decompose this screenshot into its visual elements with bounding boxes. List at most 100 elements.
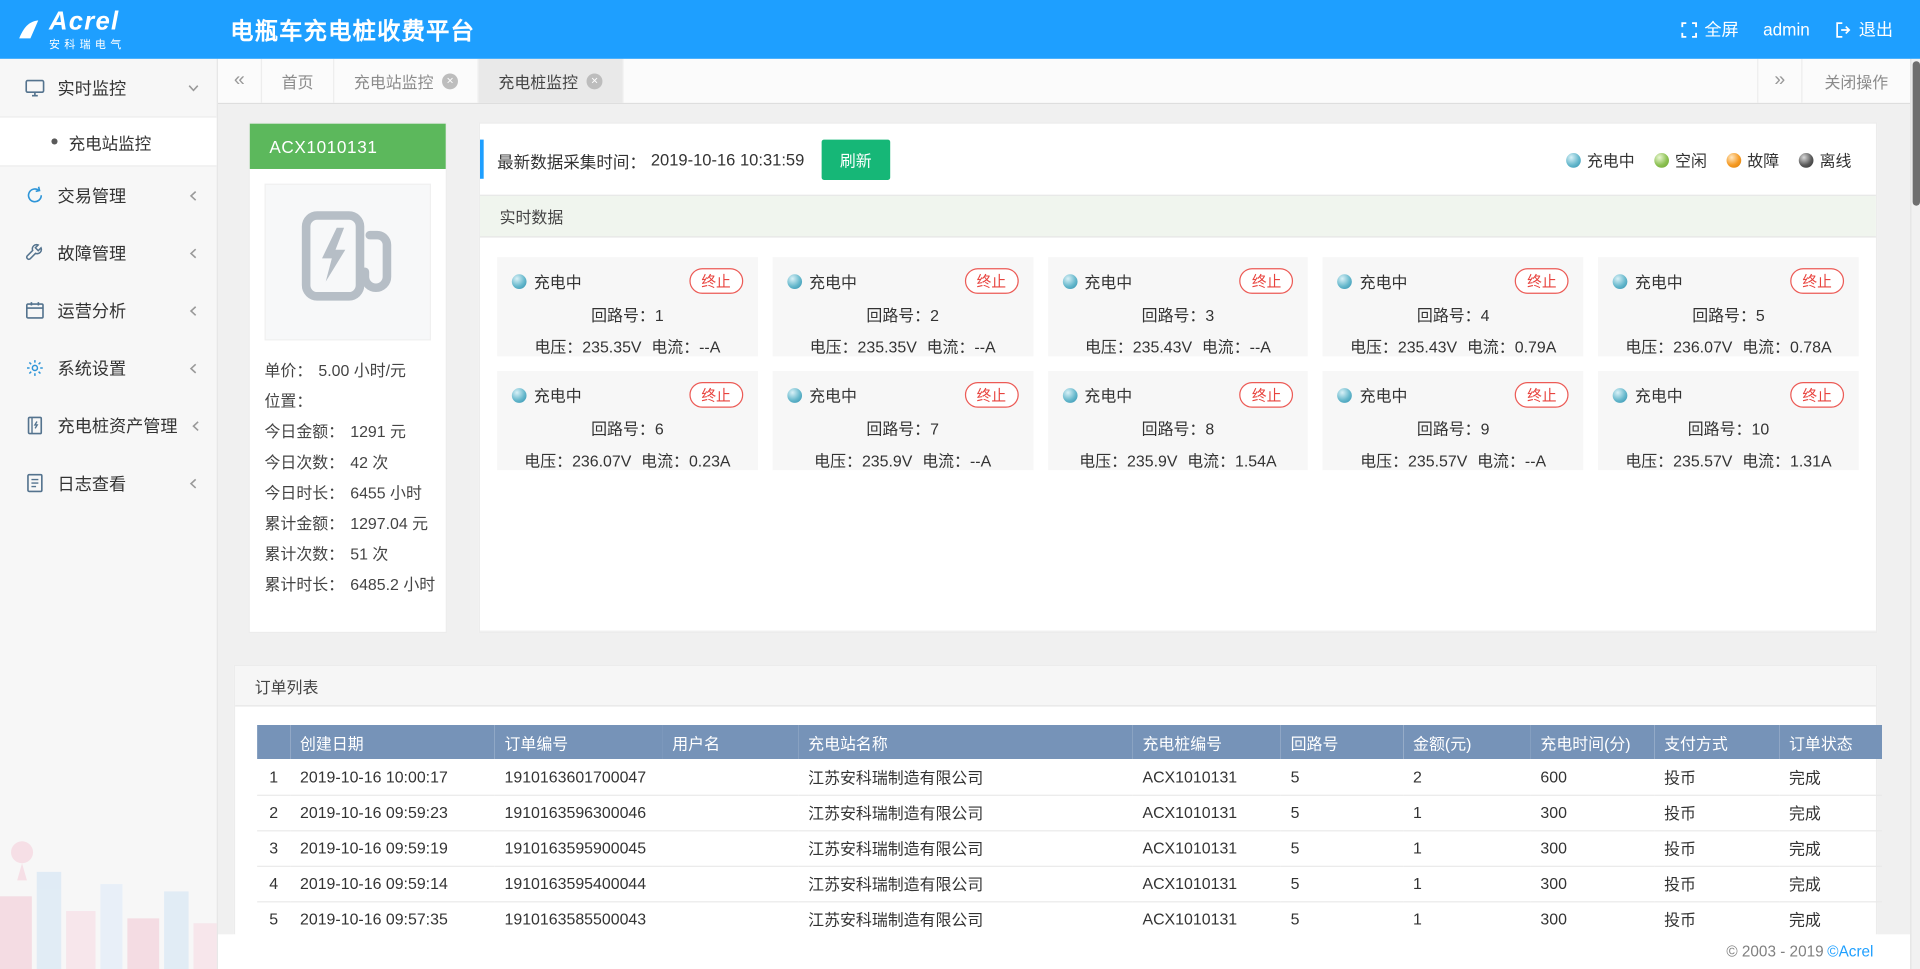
sidebar-item-label: 系统设置 [58,356,127,380]
circuit-metrics-line: 电压：235.57V电流：1.31A [1613,448,1844,471]
circuit-number-value: 2 [930,306,939,324]
stat-label: 单价： [264,361,312,379]
voltage-value: 235.57V [1673,452,1732,470]
stop-button[interactable]: 终止 [1790,268,1844,294]
order-cell-number: 1910163585500043 [495,901,663,937]
wrench-icon [24,242,45,263]
voltage-label: 电压： [1085,338,1133,356]
order-cell-index: 3 [257,830,290,866]
circuit-status-label: 充电中 [1635,383,1683,406]
stop-button[interactable]: 终止 [1515,268,1569,294]
tabs-scroll-right-button[interactable]: » [1757,59,1801,103]
sidebar-item-analytics[interactable]: 运营分析 [0,282,217,340]
circuit-status-label: 充电中 [1084,269,1132,292]
sidebar-subitem-station-monitor[interactable]: 充电站监控 [0,116,217,166]
order-cell-station: 江苏安科瑞制造有限公司 [798,830,1132,866]
sidebar-item-faults[interactable]: 故障管理 [0,224,217,282]
order-cell-amount: 1 [1403,795,1530,831]
current-label: 电流： [1477,452,1525,470]
order-cell-number: 1910163595400044 [495,866,663,902]
order-cell-duration: 300 [1531,866,1655,902]
circuit-card: 充电中 终止 回路号：5 电压：236.07V电流：0.78A [1598,257,1859,356]
circuit-number-line: 回路号：6 [512,416,743,439]
stop-button[interactable]: 终止 [689,382,743,408]
user-menu[interactable]: admin [1763,20,1810,40]
order-table-head: 创建日期 订单编号 用户名 充电站名称 充电桩编号 回路号 [257,725,1882,759]
circuit-card-top: 充电中 终止 [1613,382,1844,408]
circuit-number-line: 回路号：5 [1613,302,1844,325]
scrollbar-thumb[interactable] [1913,61,1920,205]
order-cell-duration: 300 [1531,795,1655,831]
monitor-row: ACX1010131 单价：5.00 小时/元 [234,122,1877,633]
voltage-value: 235.43V [1398,338,1457,356]
charging-dot-icon [1566,152,1581,167]
close-tab-icon[interactable]: × [442,73,458,89]
order-table-wrapper: 创建日期 订单编号 用户名 充电站名称 充电桩编号 回路号 [235,707,1876,969]
stop-button[interactable]: 终止 [964,382,1018,408]
sidebar-item-transactions[interactable]: 交易管理 [0,167,217,225]
logout-icon [1834,20,1852,38]
status-legend: 充电中 空闲 故障 离线 [1566,148,1851,171]
order-cell-station: 江苏安科瑞制造有限公司 [798,866,1132,902]
close-operations-button[interactable]: 关闭操作 [1801,59,1910,103]
stop-button[interactable]: 终止 [964,268,1018,294]
circuit-card: 充电中 终止 回路号：7 电压：235.9V电流：--A [772,371,1033,470]
voltage-value: 236.07V [1673,338,1732,356]
stat-label: 累计金额： [264,514,344,532]
vertical-scrollbar[interactable] [1910,59,1920,969]
circuit-metrics-line: 电压：235.57V电流：--A [1338,448,1569,471]
tab-home[interactable]: 首页 [262,59,334,103]
tabs-scroll-left-button[interactable]: « [218,59,262,103]
stop-button[interactable]: 终止 [689,268,743,294]
sidebar-item-logs[interactable]: 日志查看 [0,454,217,512]
tab-station-monitor[interactable]: 充电站监控 × [334,59,479,103]
circuit-number-label: 回路号： [1417,306,1481,324]
tab-label: 充电桩监控 [498,69,578,92]
order-cell-circuit: 5 [1281,866,1403,902]
current-label: 电流： [922,452,970,470]
stop-button[interactable]: 终止 [1240,382,1294,408]
refresh-button[interactable]: 刷新 [821,140,890,180]
device-stat: 单价：5.00 小时/元 [264,355,431,386]
calendar-icon [24,300,45,321]
order-column-header: 充电时间(分) [1531,725,1655,759]
order-column-header: 充电桩编号 [1133,725,1281,759]
voltage-label: 电压： [1625,338,1673,356]
order-cell-number: 1910163596300046 [495,795,663,831]
device-id-header: ACX1010131 [250,124,446,169]
stop-button[interactable]: 终止 [1515,382,1569,408]
circuit-card: 充电中 终止 回路号：3 电压：235.43V电流：--A [1048,257,1309,356]
device-stat: 累计金额：1297.04 元 [264,508,431,539]
logout-button[interactable]: 退出 [1834,17,1893,41]
order-cell-created: 2019-10-16 09:59:23 [290,795,494,831]
circuit-status-label: 充电中 [534,383,582,406]
circuit-number-value: 7 [930,420,939,438]
stat-value: 51 次 [350,545,388,563]
order-column-header: 订单状态 [1779,725,1882,759]
sidebar: 实时监控 充电站监控 交易管理 故障管理 [0,59,218,969]
logout-label: 退出 [1859,17,1893,41]
footer-brand-link[interactable]: ©Acrel [1827,943,1873,960]
order-cell-circuit: 5 [1281,795,1403,831]
current-label: 电流： [651,338,699,356]
legend-charging: 充电中 [1566,148,1635,171]
username-label: admin [1763,20,1810,40]
voltage-label: 电压： [1625,452,1673,470]
tab-pile-monitor[interactable]: 充电桩监控 × [479,59,624,103]
charging-status-dot-icon [787,388,802,403]
circuit-number-label: 回路号： [1692,306,1756,324]
sidebar-item-realtime-monitor[interactable]: 实时监控 [0,59,217,117]
current-value: --A [699,338,720,356]
stop-button[interactable]: 终止 [1790,382,1844,408]
order-column-header: 金额(元) [1403,725,1530,759]
acrel-logo-icon [15,17,42,41]
sidebar-item-pile-assets[interactable]: 充电桩资产管理 [0,397,217,455]
fullscreen-button[interactable]: 全屏 [1680,17,1739,41]
tab-bar: « 首页 充电站监控 × 充电桩监控 × » 关闭操作 [218,59,1910,104]
order-cell-pile: ACX1010131 [1133,866,1281,902]
order-cell-created: 2019-10-16 09:57:35 [290,901,494,937]
sidebar-item-settings[interactable]: 系统设置 [0,339,217,397]
close-tab-icon[interactable]: × [587,73,603,89]
circuit-number-label: 回路号： [1688,420,1752,438]
stop-button[interactable]: 终止 [1240,268,1294,294]
